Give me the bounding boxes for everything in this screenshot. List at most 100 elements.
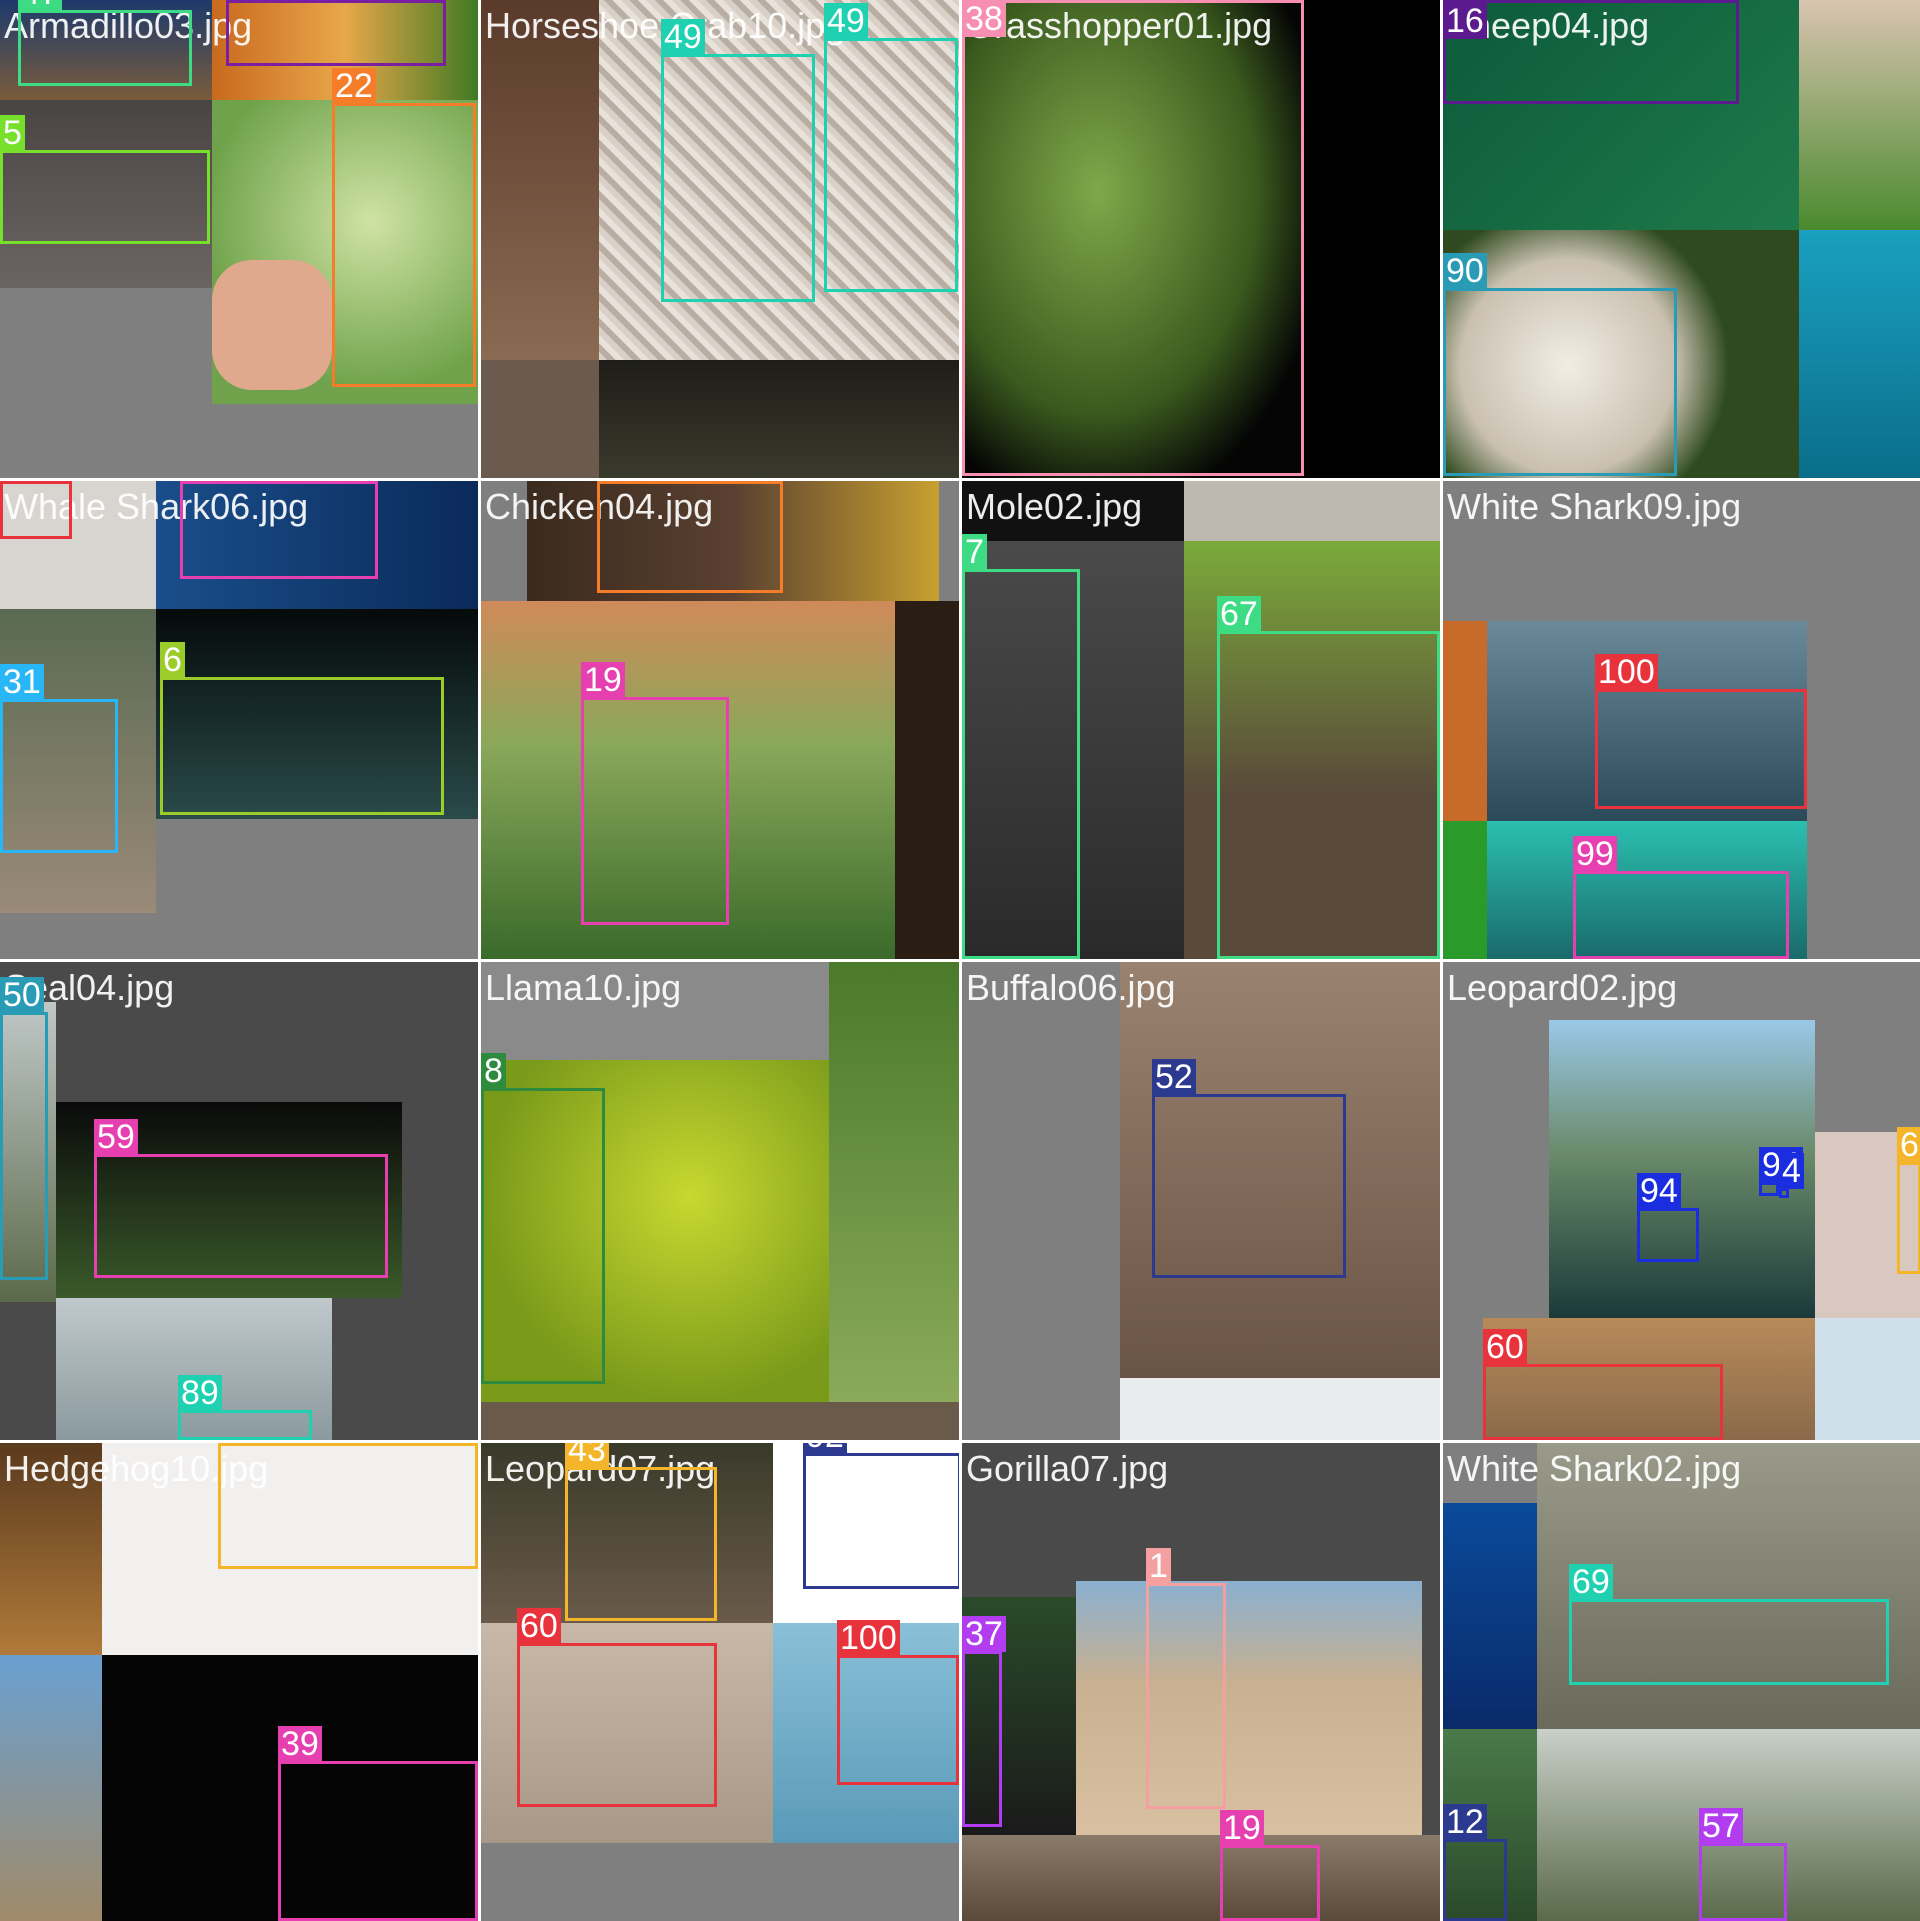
detection-box: 49 [661, 19, 815, 302]
detection-box: 67 [1217, 596, 1440, 959]
detection-label: 16 [1443, 3, 1487, 39]
detection-box: 7 [962, 534, 1080, 959]
detection-box: 1 [1146, 1548, 1226, 1809]
detection-label: 94 [1637, 1173, 1681, 1209]
detection-label: 99 [1573, 836, 1617, 872]
detection-label: 22 [597, 481, 641, 484]
detection-label: 69 [1569, 1564, 1613, 1600]
tile-white-shark-09: White Shark09.jpg 100 99 [1443, 481, 1920, 959]
detection-box: 19 [1220, 1810, 1320, 1921]
detection-label: 19 [581, 662, 625, 698]
photo-fence [1799, 0, 1920, 230]
detection-box: 99 [180, 481, 378, 579]
detection-box: 43 [218, 1443, 478, 1569]
tile-armadillo: Armadillo03.jpg 47 96 22 5 [0, 0, 478, 478]
tile-title: Leopard02.jpg [1447, 967, 1678, 1008]
detection-label: 96 [226, 0, 270, 1]
detection-box: 43 [565, 1443, 717, 1621]
photo-leaf [1443, 821, 1487, 959]
detection-box: 39 [278, 1726, 478, 1921]
photo-hand [212, 260, 332, 390]
detection-label: 92 [803, 1443, 847, 1454]
tile-sheep: Sheep04.jpg 16 90 [1443, 0, 1920, 478]
tile-mole: Mole02.jpg 7 67 [962, 481, 1440, 959]
detection-label: 49 [661, 19, 705, 55]
detection-label: 43 [565, 1443, 609, 1468]
detection-label: 100 [837, 1620, 900, 1656]
detection-mosaic: Armadillo03.jpg 47 96 22 5 Horseshoe Cra… [0, 0, 1920, 1921]
detection-box: 52 [1152, 1059, 1346, 1278]
detection-label: 89 [178, 1375, 222, 1411]
detection-box: 49 [824, 3, 958, 292]
detection-box: 60 [1483, 1329, 1723, 1440]
tile-title: White Shark02.jpg [1447, 1448, 1742, 1489]
tile-title: Buffalo06.jpg [966, 967, 1176, 1008]
photo-side [895, 601, 959, 959]
tile-title: Llama10.jpg [485, 967, 682, 1008]
detection-label: 38 [962, 1, 1006, 37]
detection-label: 5 [0, 115, 25, 151]
photo-sky [1815, 1318, 1920, 1440]
detection-label: 99 [180, 481, 224, 484]
detection-label: 63 [1897, 1127, 1920, 1163]
detection-label: 90 [1443, 253, 1487, 289]
detection-label: 60 [517, 1608, 561, 1644]
detection-box: 69 [1569, 1564, 1889, 1685]
detection-label: 57 [1699, 1808, 1743, 1844]
detection-label: 100 [1595, 654, 1658, 690]
photo-field [829, 962, 959, 1402]
tile-whale-shark: Whale Shark06.jpg 80 99 31 6 [0, 481, 478, 959]
detection-box: 16 [1443, 0, 1739, 104]
detection-label: 50 [0, 977, 44, 1013]
detection-label: 60 [1483, 1329, 1527, 1365]
detection-label: 39 [278, 1726, 322, 1762]
photo-ground [962, 1835, 1440, 1921]
detection-label: 49 [824, 3, 868, 39]
photo-bottom [481, 1402, 959, 1440]
detection-box: 4 [1779, 1153, 1804, 1198]
detection-box: 38 [962, 0, 1304, 476]
photo-antelope [1076, 1581, 1422, 1835]
detection-box: 90 [1443, 253, 1677, 476]
detection-label: 19 [1220, 1810, 1264, 1846]
detection-box: 63 [1897, 1127, 1920, 1274]
detection-box: 8 [481, 1053, 605, 1384]
photo-water [1799, 230, 1920, 478]
photo-wood [1443, 621, 1487, 821]
detection-label: 52 [1152, 1059, 1196, 1095]
detection-label: 67 [1217, 596, 1261, 632]
detection-label: 43 [218, 1443, 262, 1446]
photo-water [1443, 1503, 1537, 1729]
detection-box: 100 [837, 1620, 959, 1785]
detection-box: 22 [332, 68, 476, 387]
detection-label: 47 [18, 0, 62, 11]
detection-label: 22 [332, 68, 376, 104]
detection-box: 22 [597, 481, 783, 593]
tile-horseshoe-crab: Horseshoe Crab10.jpg 49 49 [481, 0, 959, 478]
detection-box: 5 [0, 115, 210, 244]
detection-label: 6 [160, 642, 185, 678]
tile-title: Mole02.jpg [966, 486, 1143, 527]
tile-white-shark-02: White Shark02.jpg 69 12 57 [1443, 1443, 1920, 1921]
detection-label: 4 [1779, 1153, 1804, 1189]
detection-box: 99 [1573, 836, 1789, 959]
detection-label: 80 [0, 481, 44, 484]
detection-box: 19 [581, 662, 729, 925]
tile-chicken: Chicken04.jpg 22 19 [481, 481, 959, 959]
detection-box: 92 [803, 1443, 959, 1589]
detection-label: 59 [94, 1119, 138, 1155]
detection-box: 89 [178, 1375, 312, 1440]
detection-box: 50 [0, 977, 48, 1280]
photo-fence [0, 1655, 102, 1921]
detection-box: 60 [517, 1608, 717, 1807]
tile-leopard-07: Leopard07.jpg 43 92 60 100 [481, 1443, 959, 1921]
photo-sky [1120, 1378, 1440, 1440]
photo-wood [481, 360, 599, 478]
photo-wall [481, 0, 599, 360]
tile-leopard-02: Leopard02.jpg 94 94 4 63 60 [1443, 962, 1920, 1440]
detection-box: 47 [18, 0, 192, 86]
tile-title: White Shark09.jpg [1447, 486, 1742, 527]
detection-label: 31 [0, 664, 44, 700]
detection-label: 7 [962, 534, 987, 570]
detection-box: 94 [1759, 1147, 1803, 1196]
